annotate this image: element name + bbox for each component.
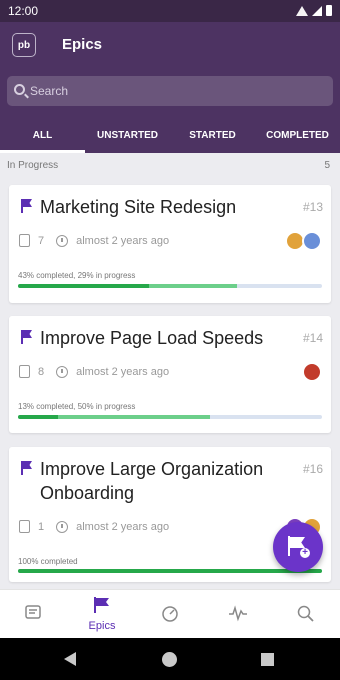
stories-icon: [25, 605, 41, 619]
epic-flag-icon: [21, 330, 33, 344]
avatar[interactable]: [302, 362, 322, 382]
nav-epics[interactable]: Epics: [68, 590, 136, 638]
system-navigation-bar: [0, 638, 340, 680]
clock-icon: [56, 365, 69, 378]
epics-icon: [94, 597, 109, 613]
epic-story-count: 1: [38, 520, 45, 533]
add-epic-icon: +: [288, 536, 310, 558]
epic-title: Improve Page Load Speeds: [40, 328, 264, 348]
epic-number: #13: [302, 200, 323, 214]
nav-activity[interactable]: [204, 590, 272, 638]
progress-completed: [18, 284, 149, 288]
app-logo-icon[interactable]: pb: [12, 33, 36, 57]
epic-number: #14: [302, 331, 323, 345]
clock-icon: [56, 234, 69, 247]
nav-epics-label: Epics: [88, 620, 116, 632]
avatar[interactable]: [302, 231, 322, 251]
document-icon: [19, 365, 30, 378]
home-icon[interactable]: [162, 652, 177, 667]
progress-completed: [18, 415, 58, 419]
epic-story-count: 7: [38, 234, 45, 247]
create-epic-button[interactable]: +: [273, 522, 323, 572]
epic-card[interactable]: Marketing Site Redesign #13 7 almost 2 y…: [9, 185, 331, 303]
document-icon: [19, 234, 30, 247]
signal-icon: [312, 5, 322, 16]
epic-meta: 8 almost 2 years ago: [19, 365, 169, 378]
epic-meta: 1 almost 2 years ago: [19, 520, 169, 533]
dashboard-icon: [162, 606, 178, 622]
clock-icon: [56, 520, 69, 533]
epic-updated: almost 2 years ago: [76, 365, 170, 378]
epic-owners: [302, 362, 322, 382]
epic-title: Marketing Site Redesign: [40, 197, 237, 217]
epic-updated: almost 2 years ago: [76, 520, 170, 533]
epic-flag-icon: [21, 461, 33, 475]
search-icon: [297, 605, 314, 622]
section-count: 5: [324, 160, 330, 171]
battery-icon: [326, 5, 332, 16]
progress-in-progress: [57, 415, 210, 419]
section-label: In Progress: [7, 160, 59, 171]
search-icon: [14, 84, 25, 95]
epic-title: Improve Large Organization Onboarding: [40, 459, 264, 503]
nav-stories[interactable]: [0, 590, 68, 638]
page-title: Epics: [62, 36, 103, 53]
section-header: In Progress 5: [0, 153, 340, 177]
tab-unstarted[interactable]: UNSTARTED: [85, 117, 170, 153]
tab-all[interactable]: ALL: [0, 117, 85, 153]
progress-in-progress: [148, 284, 237, 288]
epic-updated: almost 2 years ago: [76, 234, 170, 247]
epic-progress-bar: [18, 284, 322, 288]
bottom-navigation: Epics: [0, 589, 340, 638]
tab-started[interactable]: STARTED: [170, 117, 255, 153]
search-box[interactable]: [7, 76, 333, 106]
nav-search[interactable]: [272, 590, 340, 638]
epic-progress-text: 43% completed, 29% in progress: [18, 271, 136, 280]
epic-story-count: 8: [38, 365, 45, 378]
recent-apps-icon[interactable]: [261, 653, 274, 666]
epic-owners: [285, 231, 322, 251]
activity-icon: [229, 605, 247, 622]
epic-filter-tabs: ALL UNSTARTED STARTED COMPLETED: [0, 117, 340, 153]
status-bar: 12:00: [0, 0, 340, 22]
status-time: 12:00: [8, 4, 39, 18]
epic-number: #16: [302, 462, 323, 476]
epic-card[interactable]: Improve Page Load Speeds #14 8 almost 2 …: [9, 316, 331, 433]
epic-progress-bar: [18, 415, 322, 419]
progress-completed: [18, 569, 322, 573]
epic-meta: 7 almost 2 years ago: [19, 234, 169, 247]
epic-flag-icon: [21, 199, 33, 213]
search-area: [0, 70, 340, 117]
nav-dashboard[interactable]: [136, 590, 204, 638]
status-icons: [296, 5, 332, 16]
app-bar: pb Epics: [0, 22, 340, 70]
wifi-icon: [296, 5, 308, 16]
epic-progress-bar: [18, 569, 322, 573]
tab-completed[interactable]: COMPLETED: [255, 117, 340, 153]
search-input[interactable]: [30, 76, 320, 106]
epic-progress-text: 100% completed: [18, 557, 78, 566]
document-icon: [19, 520, 30, 533]
epic-progress-text: 13% completed, 50% in progress: [18, 402, 136, 411]
back-icon[interactable]: [64, 652, 76, 666]
